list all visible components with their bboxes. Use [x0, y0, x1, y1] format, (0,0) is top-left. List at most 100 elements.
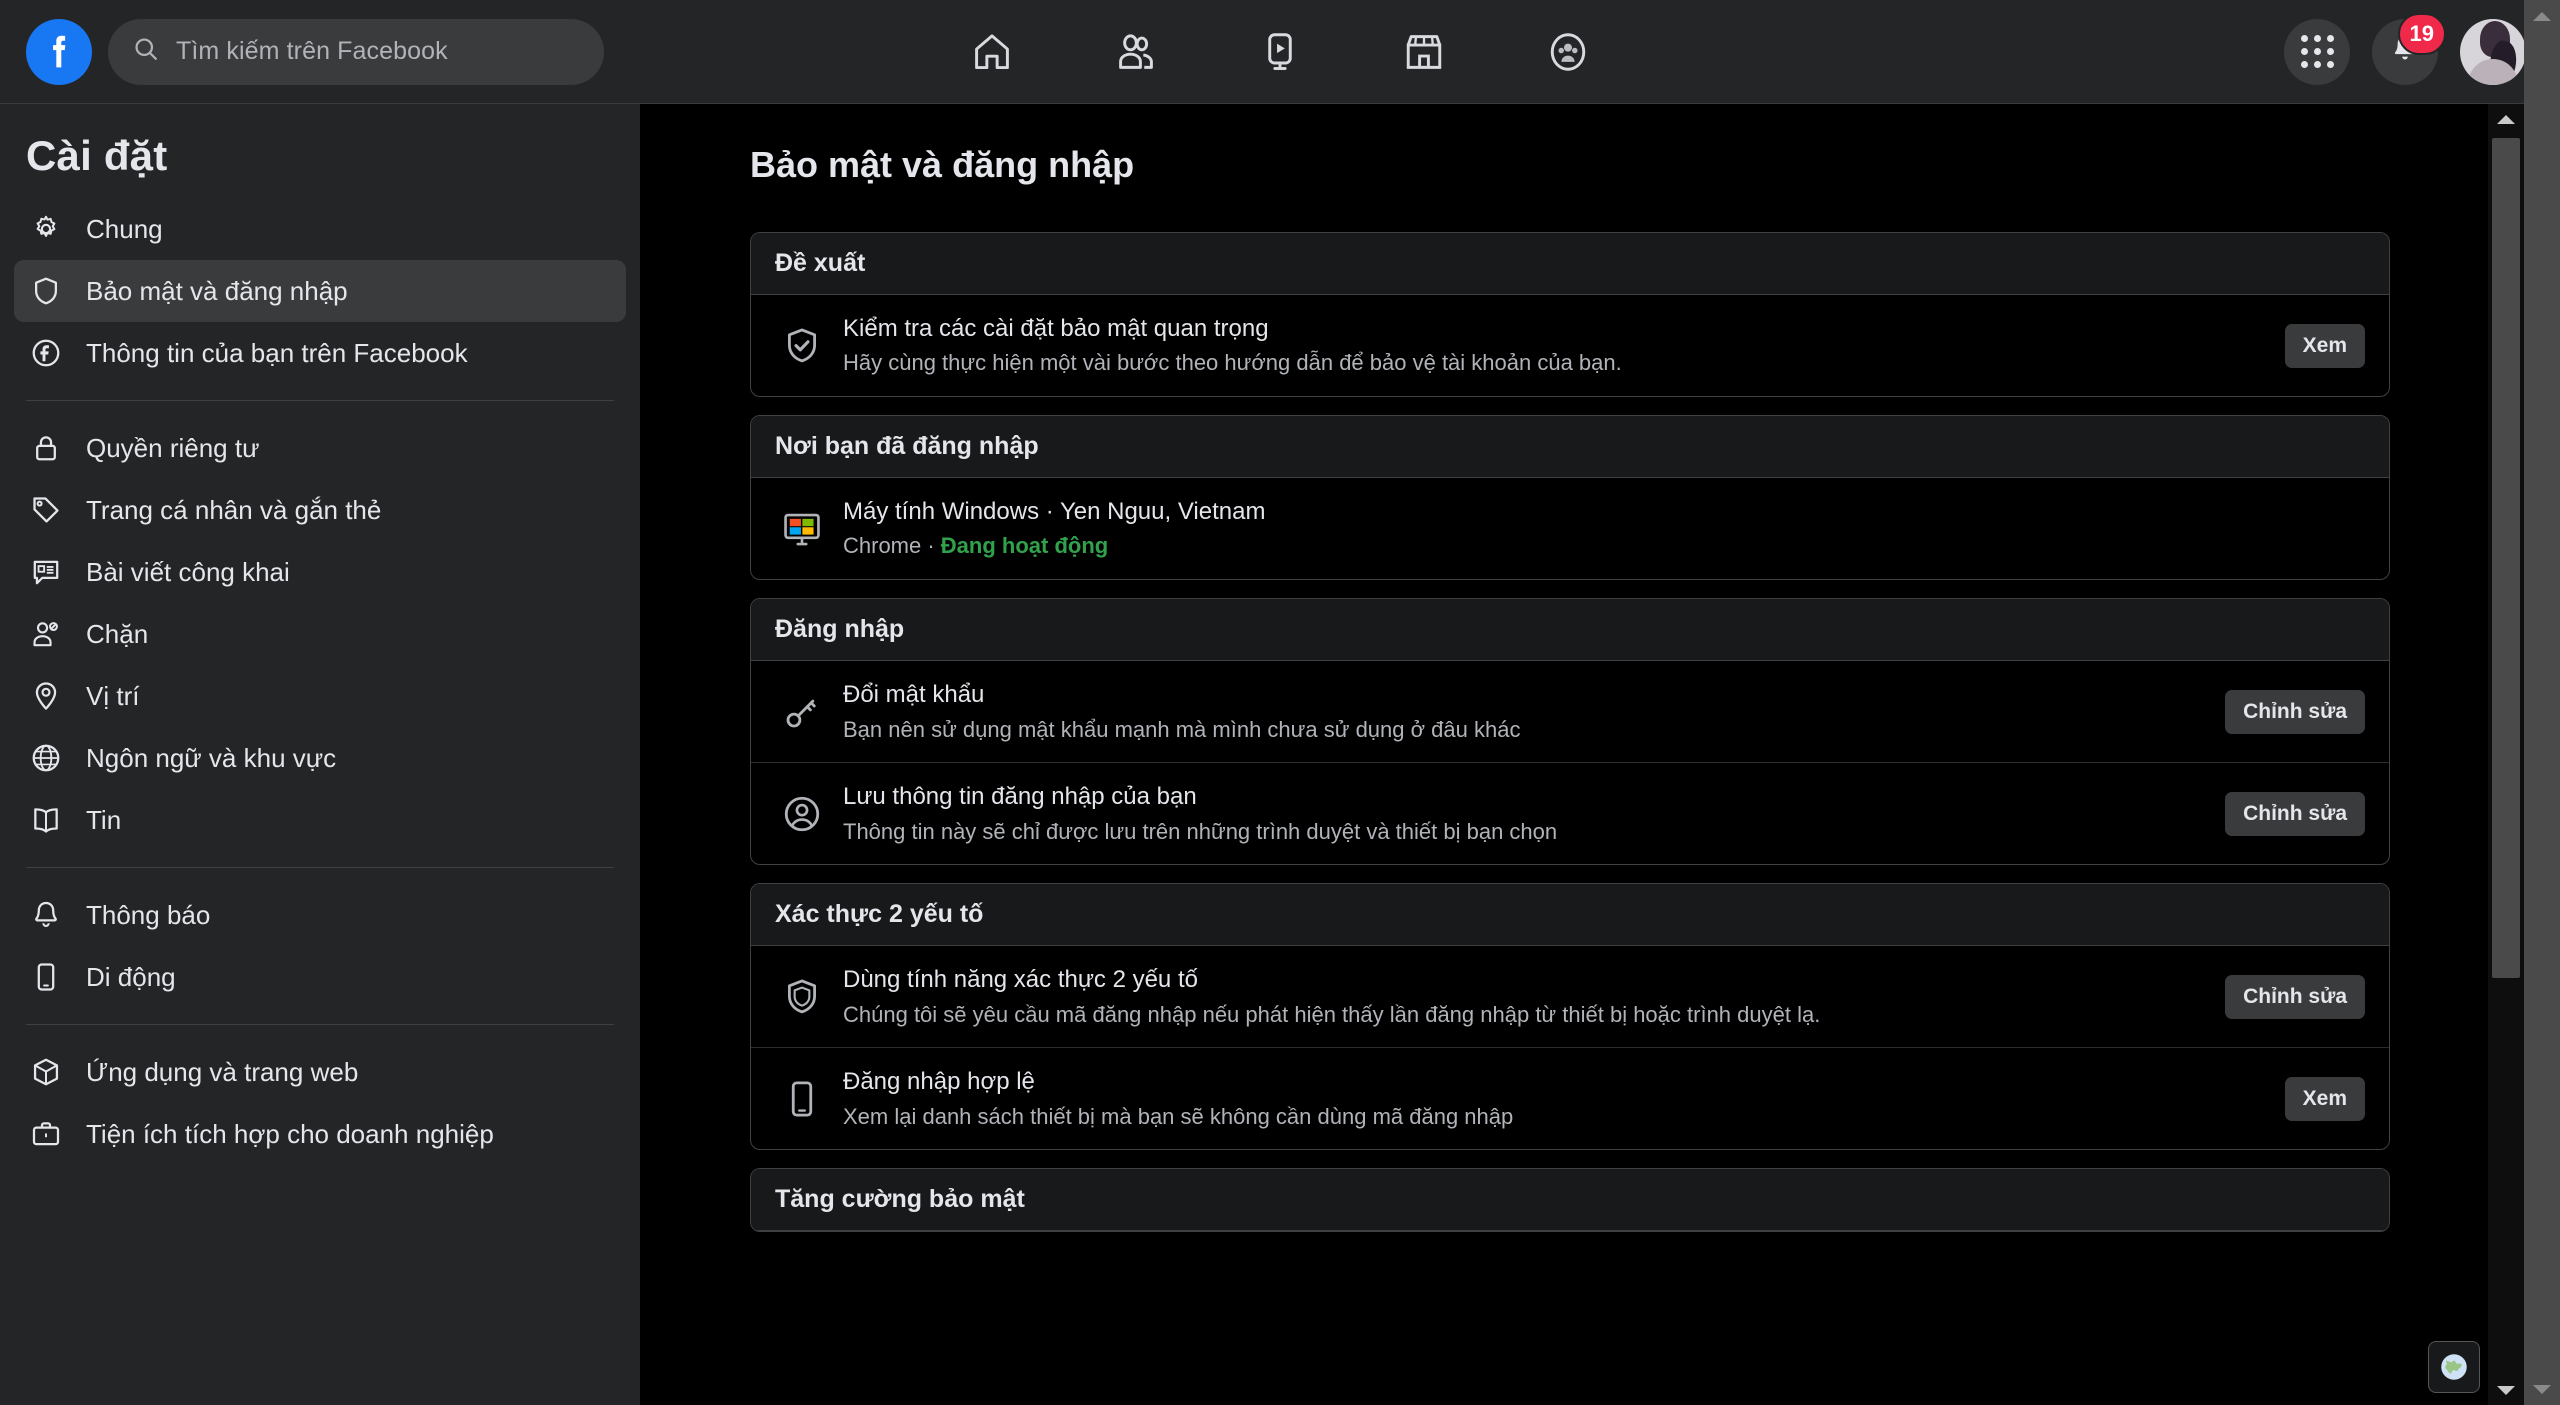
browser-scrollbar[interactable]	[2524, 0, 2560, 1405]
sidebar-item-label: Bảo mật và đăng nhập	[86, 275, 348, 306]
edit-button[interactable]: Chỉnh sửa	[2225, 689, 2365, 734]
cube-icon	[28, 1054, 64, 1090]
bell-icon	[28, 897, 64, 933]
main-content-inner: Bảo mật và đăng nhập Đề xuất Kiểm tra cá…	[640, 104, 2524, 1233]
edit-button[interactable]: Chỉnh sửa	[2225, 974, 2365, 1019]
row-authorized-logins[interactable]: Đăng nhập hợp lệ Xem lại danh sách thiết…	[751, 1048, 2389, 1149]
sidebar-group-account: Chung Bảo mật và đăng nhập Thông tin của…	[0, 198, 640, 384]
row-text: Máy tính Windows · Yen Nguu, Vietnam Chr…	[843, 496, 2365, 561]
sidebar-item-ngon-ngu-va-khu-vuc[interactable]: Ngôn ngữ và khu vực	[14, 727, 626, 789]
row-text: Kiểm tra các cài đặt bảo mật quan trọng …	[843, 313, 2263, 378]
browser-name: Chrome ·	[843, 533, 941, 559]
globe-icon	[28, 740, 64, 776]
facebook-logo[interactable]	[26, 18, 92, 85]
sidebar-item-tin[interactable]: Tin	[14, 789, 626, 851]
row-change-password[interactable]: Đổi mật khẩu Bạn nên sử dụng mật khẩu mạ…	[751, 661, 2389, 764]
scroll-up-arrow-icon[interactable]	[2488, 104, 2524, 134]
row-subtitle: Xem lại danh sách thiết bị mà bạn sẽ khô…	[843, 1103, 1514, 1129]
groups-icon[interactable]	[1539, 23, 1597, 81]
sidebar-item-thong-tin-cua-ban[interactable]: Thông tin của bạn trên Facebook	[14, 322, 626, 384]
shield-icon	[28, 273, 64, 309]
home-icon[interactable]	[963, 23, 1021, 81]
mobile-phone-icon	[28, 959, 64, 995]
page-title: Bảo mật và đăng nhập	[750, 144, 1135, 185]
sidebar-item-label: Thông tin của bạn trên Facebook	[86, 337, 468, 368]
topbar-left-group: Tìm kiếm trên Facebook	[0, 18, 604, 85]
row-use-two-factor[interactable]: Dùng tính năng xác thực 2 yếu tố Chúng t…	[751, 946, 2389, 1049]
briefcase-icon	[28, 1116, 64, 1152]
card-header: Đăng nhập	[751, 599, 2389, 662]
sidebar-item-bao-mat-va-dang-nhap[interactable]: Bảo mật và đăng nhập	[14, 260, 626, 322]
windows-desktop-icon	[775, 502, 829, 556]
sidebar-item-bai-viet-cong-khai[interactable]: Bài viết công khai	[14, 541, 626, 603]
content-scrollbar[interactable]	[2488, 104, 2524, 1405]
topbar-right-group: 19	[2284, 12, 2526, 85]
card-header: Tăng cường bảo mật	[751, 1169, 2389, 1232]
card-heading: Xác thực 2 yếu tố	[775, 900, 984, 929]
notifications-button[interactable]: 19	[2372, 12, 2446, 85]
watch-video-icon[interactable]	[1251, 23, 1309, 81]
globe-icon[interactable]	[2428, 1341, 2480, 1393]
marketplace-store-icon[interactable]	[1395, 23, 1453, 81]
sidebar-item-trang-ca-nhan-va-gan-the[interactable]: Trang cá nhân và gắn thẻ	[14, 479, 626, 541]
card-heading: Tăng cường bảo mật	[775, 1185, 1025, 1214]
row-subtitle: Bạn nên sử dụng mật khẩu mạnh mà mình ch…	[843, 716, 1521, 742]
search-placeholder: Tìm kiếm trên Facebook	[176, 37, 448, 65]
user-circle-icon	[775, 787, 829, 841]
sidebar-item-tien-ich-tich-hop[interactable]: Tiện ích tích hợp cho doanh nghiệp	[14, 1103, 626, 1165]
card-heading: Nơi bạn đã đăng nhập	[775, 432, 1039, 461]
sidebar-item-chung[interactable]: Chung	[14, 198, 626, 260]
grid-menu-icon[interactable]	[2284, 18, 2350, 85]
row-text: Đổi mật khẩu Bạn nên sử dụng mật khẩu mạ…	[843, 679, 2203, 744]
search-input[interactable]: Tìm kiếm trên Facebook	[108, 18, 604, 85]
sidebar-item-thong-bao[interactable]: Thông báo	[14, 884, 626, 946]
friends-icon[interactable]	[1107, 23, 1165, 81]
view-button[interactable]: Xem	[2284, 323, 2365, 368]
row-security-checkup[interactable]: Kiểm tra các cài đặt bảo mật quan trọng …	[751, 295, 2389, 396]
facebook-circle-icon	[28, 335, 64, 371]
sidebar-item-label: Vị trí	[86, 680, 140, 711]
sidebar-divider	[26, 1024, 614, 1025]
public-post-icon	[28, 554, 64, 590]
row-subtitle: Hãy cùng thực hiện một vài bước theo hướ…	[843, 350, 1622, 376]
sidebar-item-label: Bài viết công khai	[86, 556, 290, 587]
card-heading: Đăng nhập	[775, 615, 905, 644]
browser-scroll-up-arrow-icon[interactable]	[2524, 0, 2560, 32]
sidebar-item-di-dong[interactable]: Di động	[14, 946, 626, 1008]
row-title: Máy tính Windows · Yen Nguu, Vietnam	[843, 498, 1266, 526]
grid-menu-dots	[2300, 35, 2334, 68]
sidebar-item-label: Ứng dụng và trang web	[86, 1056, 359, 1087]
view-button[interactable]: Xem	[2284, 1076, 2365, 1121]
row-save-login-info[interactable]: Lưu thông tin đăng nhập của bạn Thông ti…	[751, 763, 2389, 864]
sidebar-item-ung-dung-va-trang-web[interactable]: Ứng dụng và trang web	[14, 1041, 626, 1103]
scroll-down-arrow-icon[interactable]	[2488, 1375, 2524, 1405]
card-header: Nơi bạn đã đăng nhập	[751, 416, 2389, 479]
row-subtitle: Chúng tôi sẽ yêu cầu mã đăng nhập nếu ph…	[843, 1001, 1821, 1027]
top-navigation-bar: Tìm kiếm trên Facebook 19	[0, 0, 2560, 104]
sidebar-item-chan[interactable]: Chặn	[14, 603, 626, 665]
row-text: Dùng tính năng xác thực 2 yếu tố Chúng t…	[843, 964, 2203, 1029]
status-badge: Đang hoạt động	[940, 533, 1109, 559]
sidebar-group-notifications: Thông báo Di động	[0, 884, 640, 1008]
main-content: Bảo mật và đăng nhập Đề xuất Kiểm tra cá…	[640, 104, 2524, 1405]
profile-avatar[interactable]	[2460, 18, 2526, 85]
card-xac-thuc-2-yeu-to: Xác thực 2 yếu tố Dùng tính năng xác thự…	[750, 883, 2390, 1151]
sidebar-item-quyen-rieng-tu[interactable]: Quyền riêng tư	[14, 417, 626, 479]
mobile-phone-icon	[775, 1072, 829, 1126]
notification-count-badge: 19	[2397, 12, 2446, 55]
scrollbar-thumb[interactable]	[2492, 138, 2520, 978]
sidebar-item-vi-tri[interactable]: Vị trí	[14, 665, 626, 727]
row-active-session[interactable]: Máy tính Windows · Yen Nguu, Vietnam Chr…	[751, 478, 2389, 579]
shield-check-icon	[775, 319, 829, 373]
sidebar-group-apps: Ứng dụng và trang web Tiện ích tích hợp …	[0, 1041, 640, 1165]
edit-button[interactable]: Chỉnh sửa	[2225, 791, 2365, 836]
card-tang-cuong-bao-mat: Tăng cường bảo mật	[750, 1168, 2390, 1233]
browser-scroll-down-arrow-icon[interactable]	[2524, 1373, 2560, 1405]
sidebar-item-label: Quyền riêng tư	[86, 432, 260, 463]
key-icon	[775, 685, 829, 739]
sidebar-title: Cài đặt	[26, 132, 168, 179]
block-user-icon	[28, 616, 64, 652]
sidebar-divider	[26, 867, 614, 868]
card-heading: Đề xuất	[775, 249, 866, 277]
row-subtitle: Chrome · Đang hoạt động	[843, 531, 2365, 561]
